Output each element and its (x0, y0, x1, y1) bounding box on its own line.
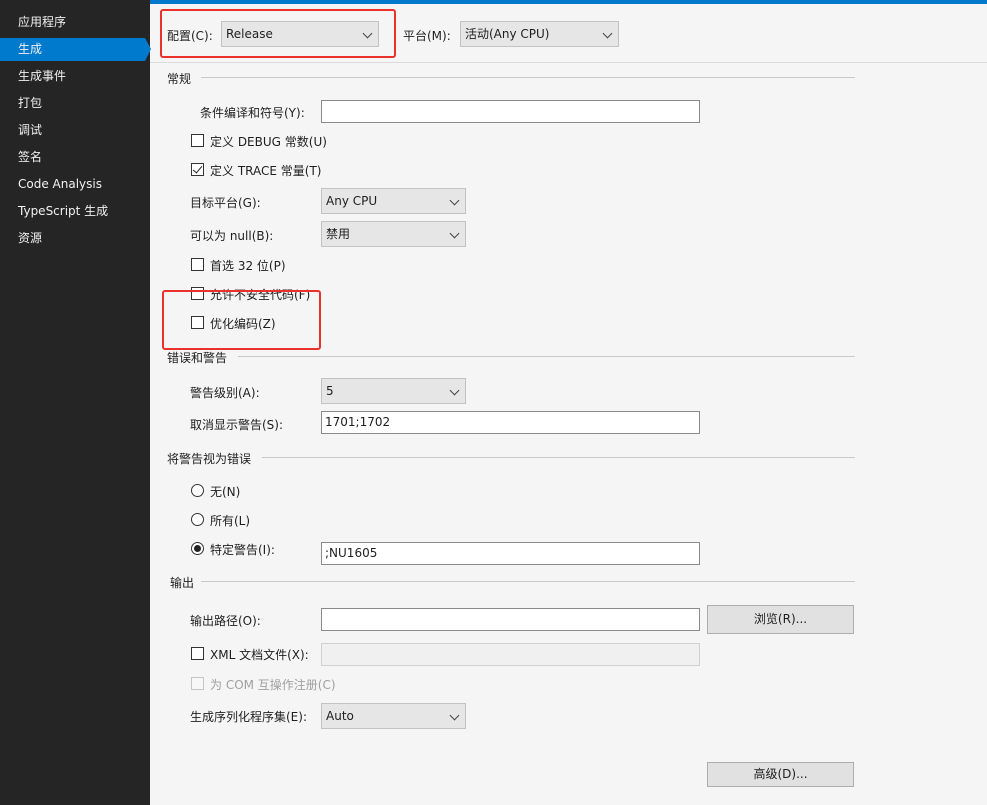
target-platform-value: Any CPU (326, 194, 378, 208)
nullable-dropdown[interactable]: 禁用 (321, 221, 466, 247)
accent-top-bar (150, 0, 987, 4)
optimize-highlight-box (162, 290, 321, 350)
define-trace-label: 定义 TRACE 常量(T) (210, 164, 322, 178)
platform-value: 活动(Any CPU) (465, 27, 550, 41)
checkmark-icon (192, 163, 203, 174)
treat-warnings-all-label: 所有(L) (210, 514, 251, 528)
define-trace-checkbox[interactable] (191, 163, 204, 176)
config-highlight-box (160, 9, 396, 58)
xml-doc-checkbox[interactable] (191, 647, 204, 660)
radio-selected-dot (194, 545, 201, 552)
sidebar: 应用程序 生成 生成事件 打包 调试 签名 Code Analysis Type… (0, 0, 151, 805)
serialization-value: Auto (326, 709, 354, 723)
section-general-title: 常规 (167, 72, 192, 86)
sidebar-item-code-analysis[interactable]: Code Analysis (0, 173, 150, 196)
cond-symbols-input[interactable] (321, 100, 700, 123)
platform-label: 平台(M): (403, 29, 451, 43)
output-path-input[interactable] (321, 608, 700, 631)
xml-doc-input[interactable] (321, 643, 700, 666)
treat-warnings-specific-radio[interactable] (191, 542, 204, 555)
target-platform-dropdown[interactable]: Any CPU (321, 188, 466, 214)
warning-level-dropdown[interactable]: 5 (321, 378, 466, 404)
treat-warnings-none-label: 无(N) (210, 485, 241, 499)
com-interop-checkbox[interactable] (191, 677, 204, 690)
chevron-down-icon (449, 228, 460, 239)
sidebar-item-package[interactable]: 打包 (0, 92, 150, 115)
warning-level-label: 警告级别(A): (190, 386, 260, 400)
section-output-title: 输出 (170, 576, 195, 590)
com-interop-label: 为 COM 互操作注册(C) (210, 678, 336, 692)
output-path-label: 输出路径(O): (190, 614, 261, 628)
section-divider (238, 356, 855, 357)
warning-level-value: 5 (326, 384, 334, 398)
advanced-button[interactable]: 高级(D)... (707, 762, 854, 787)
section-errors-title: 错误和警告 (167, 351, 228, 365)
nullable-value: 禁用 (326, 227, 351, 241)
sidebar-item-debug[interactable]: 调试 (0, 119, 150, 142)
define-debug-checkbox[interactable] (191, 134, 204, 147)
chevron-down-icon (449, 710, 460, 721)
sidebar-item-resources[interactable]: 资源 (0, 227, 150, 250)
treat-warnings-none-radio[interactable] (191, 484, 204, 497)
section-treat-warnings-title: 将警告视为错误 (167, 452, 252, 466)
serialization-dropdown[interactable]: Auto (321, 703, 466, 729)
suppress-warnings-label: 取消显示警告(S): (190, 418, 284, 432)
sidebar-item-label: 生成 (18, 42, 43, 56)
sidebar-item-typescript-build[interactable]: TypeScript 生成 (0, 200, 150, 223)
prefer32-checkbox[interactable] (191, 258, 204, 271)
cond-symbols-label: 条件编译和符号(Y): (200, 106, 305, 120)
section-divider (201, 581, 855, 582)
section-divider (201, 77, 855, 78)
sidebar-item-build-events[interactable]: 生成事件 (0, 65, 150, 88)
treat-warnings-specific-label: 特定警告(I): (210, 543, 275, 557)
define-debug-label: 定义 DEBUG 常数(U) (210, 135, 327, 149)
target-platform-label: 目标平台(G): (190, 196, 261, 210)
chevron-down-icon (449, 385, 460, 396)
specific-warnings-input[interactable]: ;NU1605 (321, 542, 700, 565)
sidebar-item-application[interactable]: 应用程序 (0, 11, 150, 34)
serialization-label: 生成序列化程序集(E): (190, 710, 307, 724)
chevron-down-icon (602, 28, 613, 39)
platform-dropdown[interactable]: 活动(Any CPU) (460, 21, 619, 47)
active-indicator-arrow (145, 38, 151, 61)
sidebar-item-signing[interactable]: 签名 (0, 146, 150, 169)
sidebar-item-build[interactable]: 生成 (0, 38, 151, 61)
nullable-label: 可以为 null(B): (190, 229, 274, 243)
suppress-warnings-input[interactable]: 1701;1702 (321, 411, 700, 434)
section-divider (262, 457, 855, 458)
treat-warnings-all-radio[interactable] (191, 513, 204, 526)
browse-button[interactable]: 浏览(R)... (707, 605, 854, 634)
xml-doc-label: XML 文档文件(X): (210, 648, 309, 662)
chevron-down-icon (449, 195, 460, 206)
prefer32-label: 首选 32 位(P) (210, 259, 286, 273)
header-divider (150, 62, 987, 63)
